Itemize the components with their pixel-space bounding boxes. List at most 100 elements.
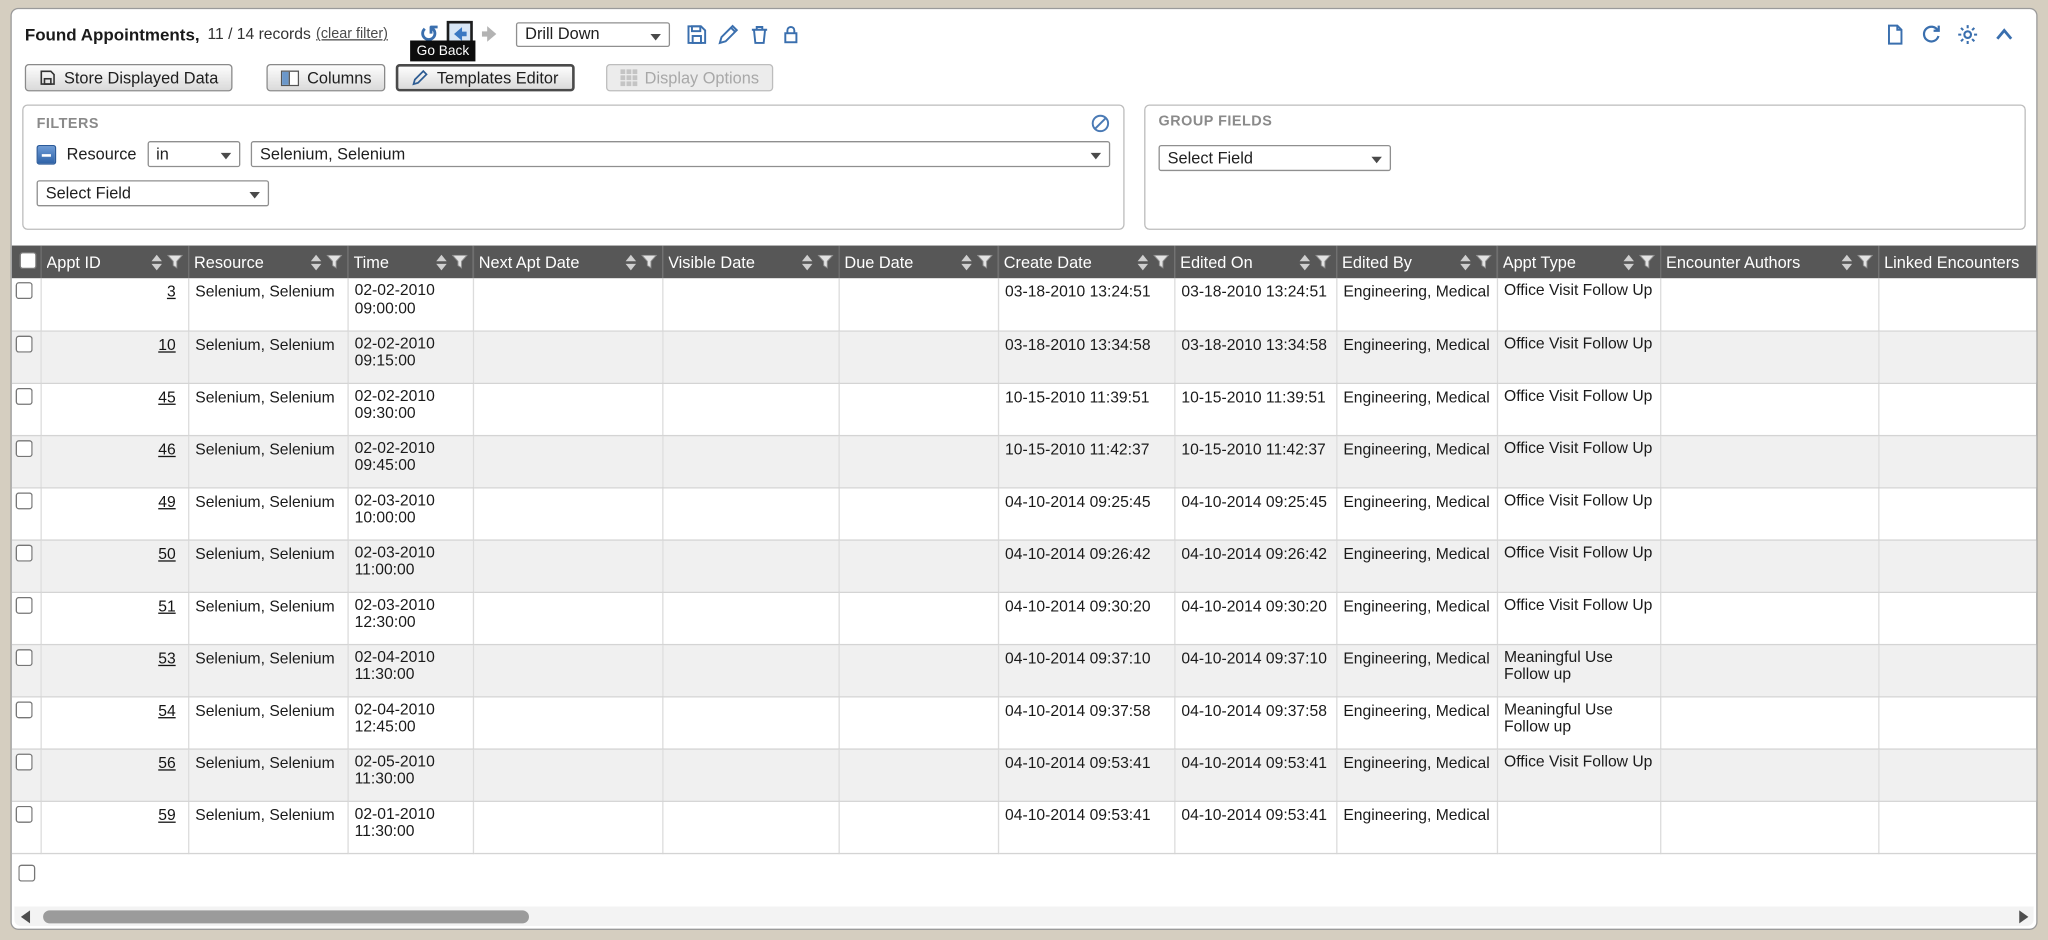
appt-id-link[interactable]: 56 xyxy=(48,753,181,771)
filter-funnel-icon[interactable] xyxy=(1475,255,1491,269)
filter-funnel-icon[interactable] xyxy=(1315,255,1331,269)
add-filter-field-select[interactable]: Select Field xyxy=(37,180,269,206)
cell-edited-by: Engineering, Medical xyxy=(1336,435,1497,487)
clear-filter-link[interactable]: (clear filter) xyxy=(316,26,388,42)
appt-id-link[interactable]: 46 xyxy=(48,440,181,458)
filter-funnel-icon[interactable] xyxy=(817,255,833,269)
filter-funnel-icon[interactable] xyxy=(167,255,183,269)
templates-editor-button[interactable]: Templates Editor xyxy=(396,64,574,91)
filter-area: FILTERS Resource in Selenium, Selenium S… xyxy=(12,104,2036,229)
row-checkbox[interactable] xyxy=(16,701,33,718)
filter-enabled-checkbox[interactable] xyxy=(37,144,57,164)
cell-appt-type: Meaningful Use Follow up xyxy=(1497,644,1660,696)
column-header-visible-date[interactable]: Visible Date xyxy=(662,246,838,279)
row-checkbox[interactable] xyxy=(16,335,33,352)
empty-new-row xyxy=(12,854,2036,891)
column-header-edited-on[interactable]: Edited On xyxy=(1174,246,1336,279)
group-field-select[interactable]: Select Field xyxy=(1159,145,1391,171)
column-header-edited-by[interactable]: Edited By xyxy=(1336,246,1497,279)
sort-icon[interactable] xyxy=(310,254,320,270)
appt-id-link[interactable]: 49 xyxy=(48,492,181,510)
sort-icon[interactable] xyxy=(1137,254,1147,270)
lock-icon[interactable] xyxy=(780,23,802,45)
filter-funnel-icon[interactable] xyxy=(1639,255,1655,269)
column-header-create-date[interactable]: Create Date xyxy=(998,246,1174,279)
drill-down-select[interactable]: Drill Down xyxy=(516,22,670,47)
column-header-appt-type[interactable]: Appt Type xyxy=(1497,246,1660,279)
filter-funnel-icon[interactable] xyxy=(1153,255,1169,269)
column-header-label: Due Date xyxy=(844,253,956,271)
sort-icon[interactable] xyxy=(151,254,161,270)
column-header-linked-encounters[interactable]: Linked Encounters xyxy=(1878,246,2037,279)
appt-id-link[interactable]: 10 xyxy=(48,335,181,353)
document-icon[interactable] xyxy=(1883,23,1905,45)
sort-icon[interactable] xyxy=(436,254,446,270)
sort-icon[interactable] xyxy=(1841,254,1851,270)
filter-operator-select[interactable]: in xyxy=(147,141,240,167)
cell-linked-encounters xyxy=(1878,644,2037,696)
row-checkbox[interactable] xyxy=(16,544,33,561)
column-header-next-apt-date[interactable]: Next Apt Date xyxy=(473,246,662,279)
sort-icon[interactable] xyxy=(625,254,635,270)
filter-funnel-icon[interactable] xyxy=(326,255,342,269)
edit-pencil-icon[interactable] xyxy=(717,23,739,45)
appt-id-link[interactable]: 54 xyxy=(48,701,181,719)
column-header-time[interactable]: Time xyxy=(347,246,472,279)
filter-funnel-icon[interactable] xyxy=(976,255,992,269)
appt-id-link[interactable]: 50 xyxy=(48,544,181,562)
row-checkbox[interactable] xyxy=(16,492,33,509)
column-header-due-date[interactable]: Due Date xyxy=(839,246,998,279)
sort-icon[interactable] xyxy=(1623,254,1633,270)
column-header-encounter-authors[interactable]: Encounter Authors xyxy=(1660,246,1878,279)
sort-icon[interactable] xyxy=(961,254,971,270)
filter-funnel-icon[interactable] xyxy=(451,255,467,269)
group-fields-panel: GROUP FIELDS Select Field xyxy=(1144,104,2026,229)
gear-icon[interactable] xyxy=(1957,23,1979,45)
row-checkbox[interactable] xyxy=(16,282,33,299)
sort-icon[interactable] xyxy=(1299,254,1309,270)
group-field-value: Select Field xyxy=(1168,149,1253,167)
cell-due-date xyxy=(839,539,998,591)
appt-id-link[interactable]: 51 xyxy=(48,596,181,614)
window-icons xyxy=(1883,23,2020,45)
appt-id-link[interactable]: 59 xyxy=(48,805,181,823)
column-header-label: Edited On xyxy=(1180,253,1295,271)
delete-trash-icon[interactable] xyxy=(749,23,771,45)
filter-funnel-icon[interactable] xyxy=(641,255,657,269)
cell-appt-id: 50 xyxy=(40,539,188,591)
store-displayed-data-button[interactable]: Store Displayed Data xyxy=(25,64,233,91)
column-header-resource[interactable]: Resource xyxy=(188,246,347,279)
row-checkbox[interactable] xyxy=(16,440,33,457)
columns-button[interactable]: Columns xyxy=(267,64,386,91)
sort-icon[interactable] xyxy=(801,254,811,270)
column-header-appt-id[interactable]: Appt ID xyxy=(40,246,188,279)
appt-id-link[interactable]: 53 xyxy=(48,648,181,666)
empty-row-checkbox[interactable] xyxy=(18,864,35,881)
row-checkbox[interactable] xyxy=(16,805,33,822)
collapse-chevron-up-icon[interactable] xyxy=(1993,23,2015,45)
sort-icon[interactable] xyxy=(1460,254,1470,270)
save-icon[interactable] xyxy=(686,23,708,45)
row-checkbox[interactable] xyxy=(16,648,33,665)
scroll-left-arrow[interactable] xyxy=(14,906,35,926)
cell-visible-date xyxy=(662,278,838,330)
cell-linked-encounters xyxy=(1878,435,2037,487)
go-forward-icon[interactable] xyxy=(479,24,500,45)
cell-time: 02-02-2010 09:00:00 xyxy=(347,278,472,330)
scroll-right-arrow[interactable] xyxy=(2013,906,2034,926)
table-row: 49 Selenium, Selenium 02-03-2010 10:00:0… xyxy=(12,487,2038,539)
table-row: 54 Selenium, Selenium 02-04-2010 12:45:0… xyxy=(12,696,2038,748)
horizontal-scrollbar[interactable] xyxy=(14,906,2033,926)
disable-filters-icon[interactable] xyxy=(1091,114,1111,134)
scrollbar-thumb[interactable] xyxy=(43,910,529,923)
cell-next-apt-date xyxy=(473,330,662,382)
appt-id-link[interactable]: 3 xyxy=(48,282,181,300)
select-all-checkbox[interactable] xyxy=(19,252,36,269)
row-checkbox[interactable] xyxy=(16,387,33,404)
row-checkbox[interactable] xyxy=(16,753,33,770)
filter-funnel-icon[interactable] xyxy=(1857,255,1873,269)
filter-value-select[interactable]: Selenium, Selenium xyxy=(251,141,1110,167)
refresh-icon[interactable] xyxy=(1920,23,1942,45)
appt-id-link[interactable]: 45 xyxy=(48,387,181,405)
row-checkbox[interactable] xyxy=(16,596,33,613)
